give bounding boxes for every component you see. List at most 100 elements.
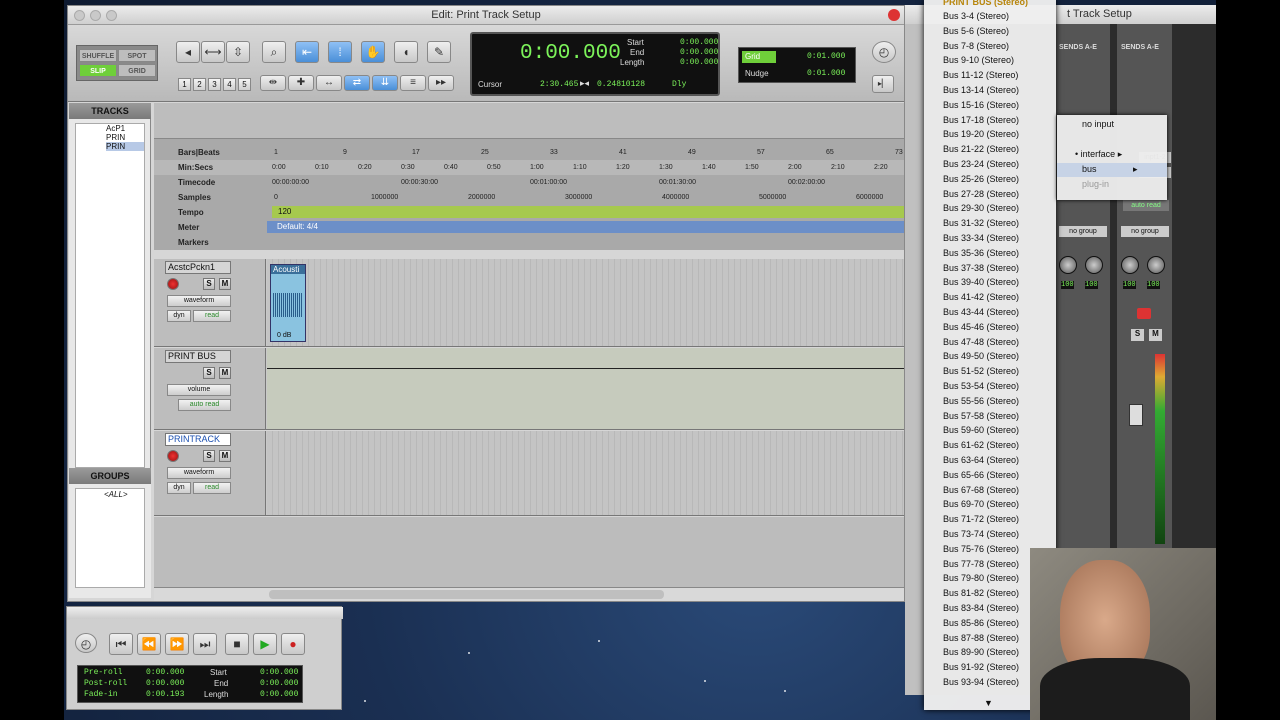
menu-item-bus[interactable]: Bus 9-10 (Stereo) bbox=[943, 53, 1014, 68]
menu-item-bus[interactable]: Bus 13-14 (Stereo) bbox=[943, 83, 1019, 98]
menu-item-bus[interactable]: Bus 3-4 (Stereo) bbox=[943, 9, 1009, 24]
mute-button[interactable]: M bbox=[219, 367, 231, 379]
menu-item-bus[interactable]: Bus 41-42 (Stereo) bbox=[943, 290, 1019, 305]
forward-icon[interactable]: ▸▏ bbox=[872, 75, 894, 93]
solo-button[interactable]: S bbox=[203, 367, 215, 379]
menu-item-bus[interactable]: Bus 31-32 (Stereo) bbox=[943, 216, 1019, 231]
track-name[interactable]: PRINTRACK bbox=[165, 433, 231, 446]
menu-item-bus[interactable]: Bus 15-16 (Stereo) bbox=[943, 98, 1019, 113]
menu-item-bus[interactable]: Bus 91-92 (Stereo) bbox=[943, 660, 1019, 675]
stop-icon[interactable]: ■ bbox=[225, 633, 249, 655]
group-selector[interactable]: no group bbox=[1059, 226, 1107, 237]
main-counter-value[interactable]: 0:00.000 bbox=[520, 42, 621, 65]
zoom-preset-5[interactable]: 5 bbox=[238, 78, 251, 91]
menu-item-bus[interactable]: Bus 39-40 (Stereo) bbox=[943, 275, 1019, 290]
menu-item-bus[interactable]: Bus 79-80 (Stereo) bbox=[943, 571, 1019, 586]
menu-item-bus[interactable]: Bus 17-18 (Stereo) bbox=[943, 113, 1019, 128]
track-view-selector[interactable]: volume bbox=[167, 384, 231, 396]
scroll-down-arrow-icon[interactable]: ▼ bbox=[984, 698, 993, 708]
menu-item-bus[interactable]: Bus 27-28 (Stereo) bbox=[943, 187, 1019, 202]
scrubber-tool-icon[interactable]: ◖ bbox=[394, 41, 418, 63]
zoom-preset-3[interactable]: 3 bbox=[208, 78, 221, 91]
fast-forward-icon[interactable]: ⏩ bbox=[165, 633, 189, 655]
length-value[interactable]: 0:00.000 bbox=[680, 58, 718, 67]
menu-item-bus[interactable]: Bus 11-12 (Stereo) bbox=[943, 68, 1018, 83]
record-icon[interactable]: ● bbox=[281, 633, 305, 655]
mute-button[interactable]: M bbox=[219, 450, 231, 462]
menu-item-bus[interactable]: Bus 53-54 (Stereo) bbox=[943, 379, 1019, 394]
menu-item-bus[interactable]: Bus 75-76 (Stereo) bbox=[943, 542, 1019, 557]
shuffle-mode-button[interactable]: SHUFFLE bbox=[79, 49, 117, 62]
link-icon[interactable]: ✚ bbox=[288, 75, 314, 91]
minimize-window-button[interactable] bbox=[90, 10, 101, 21]
menu-item-bus[interactable]: Bus 23-24 (Stereo) bbox=[943, 157, 1019, 172]
menu-item-bus[interactable]: Bus 59-60 (Stereo) bbox=[943, 423, 1019, 438]
record-arm-button[interactable] bbox=[167, 450, 179, 462]
mirror-midi-icon[interactable]: ≡ bbox=[400, 75, 426, 91]
pan-right-knob[interactable] bbox=[1085, 256, 1103, 274]
fadein-label[interactable]: Fade-in bbox=[84, 690, 118, 699]
zoom-window-button[interactable] bbox=[106, 10, 117, 21]
automation-mode-selector[interactable]: read bbox=[193, 310, 231, 322]
menu-item-bus[interactable]: Bus 37-38 (Stereo) bbox=[943, 261, 1019, 276]
insertion-follows-icon[interactable]: ⇊ bbox=[372, 75, 398, 91]
transport-titlebar[interactable] bbox=[67, 607, 343, 619]
zoom-midi-button[interactable]: ⇳ bbox=[226, 41, 250, 63]
track-view-selector[interactable]: waveform bbox=[167, 295, 231, 307]
menu-item-bus[interactable]: Bus 87-88 (Stereo) bbox=[943, 631, 1019, 646]
grabber-tool-icon[interactable]: ✋ bbox=[361, 41, 385, 63]
menu-item-bus[interactable]: Bus 29-30 (Stereo) bbox=[943, 201, 1019, 216]
meter-bar[interactable]: Default: 4/4 bbox=[267, 221, 904, 233]
link-timeline-icon[interactable]: ↔ bbox=[316, 75, 342, 91]
pan-left-knob[interactable] bbox=[1059, 256, 1077, 274]
horizontal-scrollbar[interactable] bbox=[154, 587, 904, 601]
zoom-preset-1[interactable]: 1 bbox=[178, 78, 191, 91]
close-window-button[interactable] bbox=[74, 10, 85, 21]
tracks-panel-header[interactable]: TRACKS bbox=[69, 103, 151, 119]
menu-item-bus[interactable]: Bus 33-34 (Stereo) bbox=[943, 231, 1019, 246]
menu-item-bus[interactable]: Bus 81-82 (Stereo) bbox=[943, 586, 1019, 601]
track-list-item[interactable]: PRIN bbox=[106, 142, 144, 151]
link-selection-icon[interactable]: ⇄ bbox=[344, 75, 370, 91]
length-value[interactable]: 0:00.000 bbox=[260, 690, 298, 699]
transport-toolbar-icon[interactable]: ▸▸ bbox=[428, 75, 454, 91]
menu-item-bus[interactable]: Bus 65-66 (Stereo) bbox=[943, 468, 1019, 483]
grid-label[interactable]: Grid bbox=[742, 51, 776, 63]
trim-tool-icon[interactable]: ⇤ bbox=[295, 41, 319, 63]
menu-item-bus[interactable]: Bus 19-20 (Stereo) bbox=[943, 127, 1019, 142]
menu-item-bus[interactable]: Bus 61-62 (Stereo) bbox=[943, 438, 1019, 453]
submenu-item[interactable]: no input bbox=[1082, 119, 1114, 129]
playlist-selector[interactable]: dyn bbox=[167, 310, 191, 322]
menu-item-bus[interactable]: Bus 57-58 (Stereo) bbox=[943, 409, 1019, 424]
preroll-value[interactable]: 0:00.000 bbox=[146, 668, 184, 677]
track-view-selector[interactable]: waveform bbox=[167, 467, 231, 479]
track-lane[interactable]: Acousti 0 dB bbox=[267, 259, 904, 346]
submenu-item[interactable]: plug-in bbox=[1082, 179, 1109, 189]
selector-tool-icon[interactable]: ⁞ bbox=[328, 41, 352, 63]
tempo-bar[interactable]: 120 bbox=[272, 206, 904, 218]
menu-item-bus[interactable]: Bus 7-8 (Stereo) bbox=[943, 39, 1009, 54]
menu-item-bus[interactable]: Bus 55-56 (Stereo) bbox=[943, 394, 1019, 409]
edit-window-titlebar[interactable]: Edit: Print Track Setup bbox=[68, 6, 904, 25]
zoom-preset-4[interactable]: 4 bbox=[223, 78, 236, 91]
menu-item-bus[interactable]: Bus 49-50 (Stereo) bbox=[943, 349, 1019, 364]
group-list-item[interactable]: <ALL> bbox=[104, 490, 128, 499]
preroll-label[interactable]: Pre-roll bbox=[84, 668, 122, 677]
play-icon[interactable]: ▶ bbox=[253, 633, 277, 655]
track-name[interactable]: PRINT BUS bbox=[165, 350, 231, 363]
nudge-value[interactable]: 0:01.000 bbox=[807, 69, 845, 78]
pan-right-knob[interactable] bbox=[1147, 256, 1165, 274]
track-list-item[interactable]: PRIN bbox=[106, 133, 125, 142]
menu-item-bus[interactable]: Bus 77-78 (Stereo) bbox=[943, 557, 1019, 572]
group-selector[interactable]: no group bbox=[1121, 226, 1169, 237]
menu-item-bus[interactable]: Bus 83-84 (Stereo) bbox=[943, 601, 1019, 616]
grid-mode-button[interactable]: GRID bbox=[118, 64, 156, 77]
menu-item-bus[interactable]: Bus 25-26 (Stereo) bbox=[943, 172, 1019, 187]
groups-panel-header[interactable]: GROUPS bbox=[69, 468, 151, 484]
rewind-icon[interactable]: ⏪ bbox=[137, 633, 161, 655]
record-arm-button[interactable] bbox=[167, 278, 179, 290]
track-lane[interactable] bbox=[267, 431, 904, 515]
menu-item-bus[interactable]: Bus 89-90 (Stereo) bbox=[943, 645, 1019, 660]
track-name[interactable]: AcstcPckn1 bbox=[165, 261, 231, 274]
fadein-value[interactable]: 0:00.193 bbox=[146, 690, 184, 699]
